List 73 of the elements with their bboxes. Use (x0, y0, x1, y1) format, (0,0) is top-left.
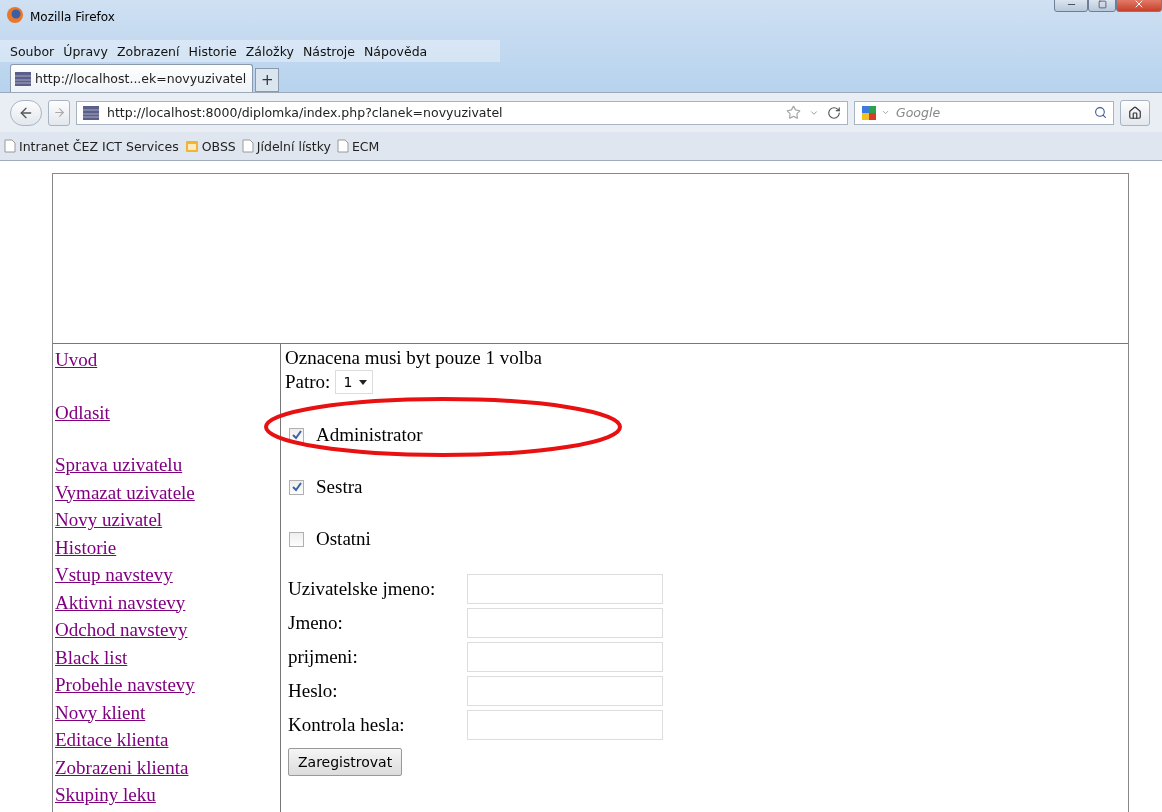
sidebar-link[interactable]: Black list (55, 643, 128, 671)
home-icon (1128, 105, 1142, 120)
sidebar-link[interactable]: Zobrazeni klienta (55, 753, 189, 781)
bookmark-star-icon[interactable] (786, 105, 801, 120)
folder-icon (184, 139, 199, 153)
bookmark-link[interactable]: OBSS (184, 138, 236, 154)
minimize-button[interactable] (1054, 0, 1088, 12)
input-field[interactable] (467, 710, 663, 740)
field-label: Kontrola hesla: (288, 714, 406, 736)
sidebar-link[interactable]: Uvod (55, 346, 98, 374)
field-label: Uzivatelske jmeno: (288, 578, 437, 600)
forward-arrow-icon (52, 106, 66, 119)
sidebar-link[interactable]: Probehle navstevy (55, 671, 195, 699)
sidebar-link[interactable]: Editace klienta (55, 726, 169, 754)
input-field[interactable] (467, 608, 663, 638)
bookmark-link[interactable]: ECM (336, 138, 380, 154)
sidebar-link[interactable]: Sprava uzivatelu (55, 451, 183, 479)
home-button[interactable] (1120, 99, 1150, 126)
bookmark-link[interactable]: Jídelní lístky (241, 138, 331, 154)
menu-item[interactable]: Záložky (245, 43, 294, 59)
browser-tab[interactable]: http://localhost...ek=novyuzivatel (10, 64, 254, 92)
search-icon[interactable] (1094, 106, 1107, 119)
sidebar-link[interactable]: Odchod navstevy (55, 616, 188, 644)
register-button[interactable]: Zaregistrovat (288, 748, 403, 776)
field-label: Jmeno: (288, 612, 344, 634)
menu-item[interactable]: Nástroje (302, 43, 355, 59)
sidebar-link[interactable]: Aktivni navstevy (55, 588, 186, 616)
sidebar-link[interactable]: Novy uzivatel (55, 506, 163, 534)
close-button[interactable] (1116, 0, 1162, 12)
checkbox[interactable] (289, 479, 304, 495)
menu-item[interactable]: Nápověda (364, 43, 428, 59)
maximize-button[interactable] (1088, 0, 1116, 12)
menu-item[interactable]: Soubor (10, 43, 55, 59)
page-icon (4, 139, 16, 153)
checkbox-label: Administrator (316, 424, 423, 446)
sidebar-link[interactable]: Vymazat uzivatele (55, 478, 195, 506)
field-label: Heslo: (288, 680, 339, 702)
input-field[interactable] (467, 574, 663, 604)
back-button[interactable] (10, 99, 42, 126)
input-field[interactable] (467, 676, 663, 706)
checkbox[interactable] (289, 531, 304, 547)
floor-select[interactable]: 1 (335, 370, 374, 394)
window-title: Mozilla Firefox (30, 10, 115, 24)
maximize-icon (1097, 0, 1107, 9)
new-tab-button[interactable]: + (255, 68, 280, 92)
menu-item[interactable]: Zobrazení (116, 43, 180, 59)
dropdown-icon[interactable] (881, 108, 890, 117)
search-bar[interactable]: Google (854, 100, 1114, 125)
sidebar-link[interactable]: Skupiny leku (55, 781, 156, 809)
menu-item[interactable]: Historie (188, 43, 237, 59)
search-engine-icon (861, 104, 877, 121)
sidebar-link[interactable]: Vstup navstevy (55, 561, 173, 589)
field-label: prijmeni: (288, 646, 359, 668)
address-bar[interactable]: http://localhost:8000/diplomka/index.php?clanek=novyuzivatel (76, 100, 848, 125)
page-icon (83, 105, 99, 120)
menu-item[interactable]: Úpravy (63, 43, 108, 59)
close-icon (1133, 0, 1145, 10)
page-icon (15, 71, 31, 86)
sidebar-link[interactable]: Novy klient (55, 698, 146, 726)
input-field[interactable] (467, 642, 663, 672)
bookmark-link[interactable]: Intranet ČEZ ICT Services (4, 138, 179, 154)
caret-icon (359, 379, 368, 385)
page-icon (241, 139, 254, 153)
floor-label: Patro: (285, 370, 331, 394)
sidebar-link[interactable]: Historie (55, 533, 117, 561)
browser-logo-icon (6, 6, 24, 24)
sidebar-link[interactable]: Odlasit (55, 398, 110, 426)
reload-icon[interactable] (827, 105, 841, 120)
notice-text: Oznacena musi byt pouze 1 volba (285, 346, 542, 370)
checkbox-label: Sestra (316, 476, 363, 498)
checkbox-label: Ostatni (316, 528, 371, 550)
page-icon (336, 139, 349, 153)
forward-button[interactable] (48, 99, 70, 126)
